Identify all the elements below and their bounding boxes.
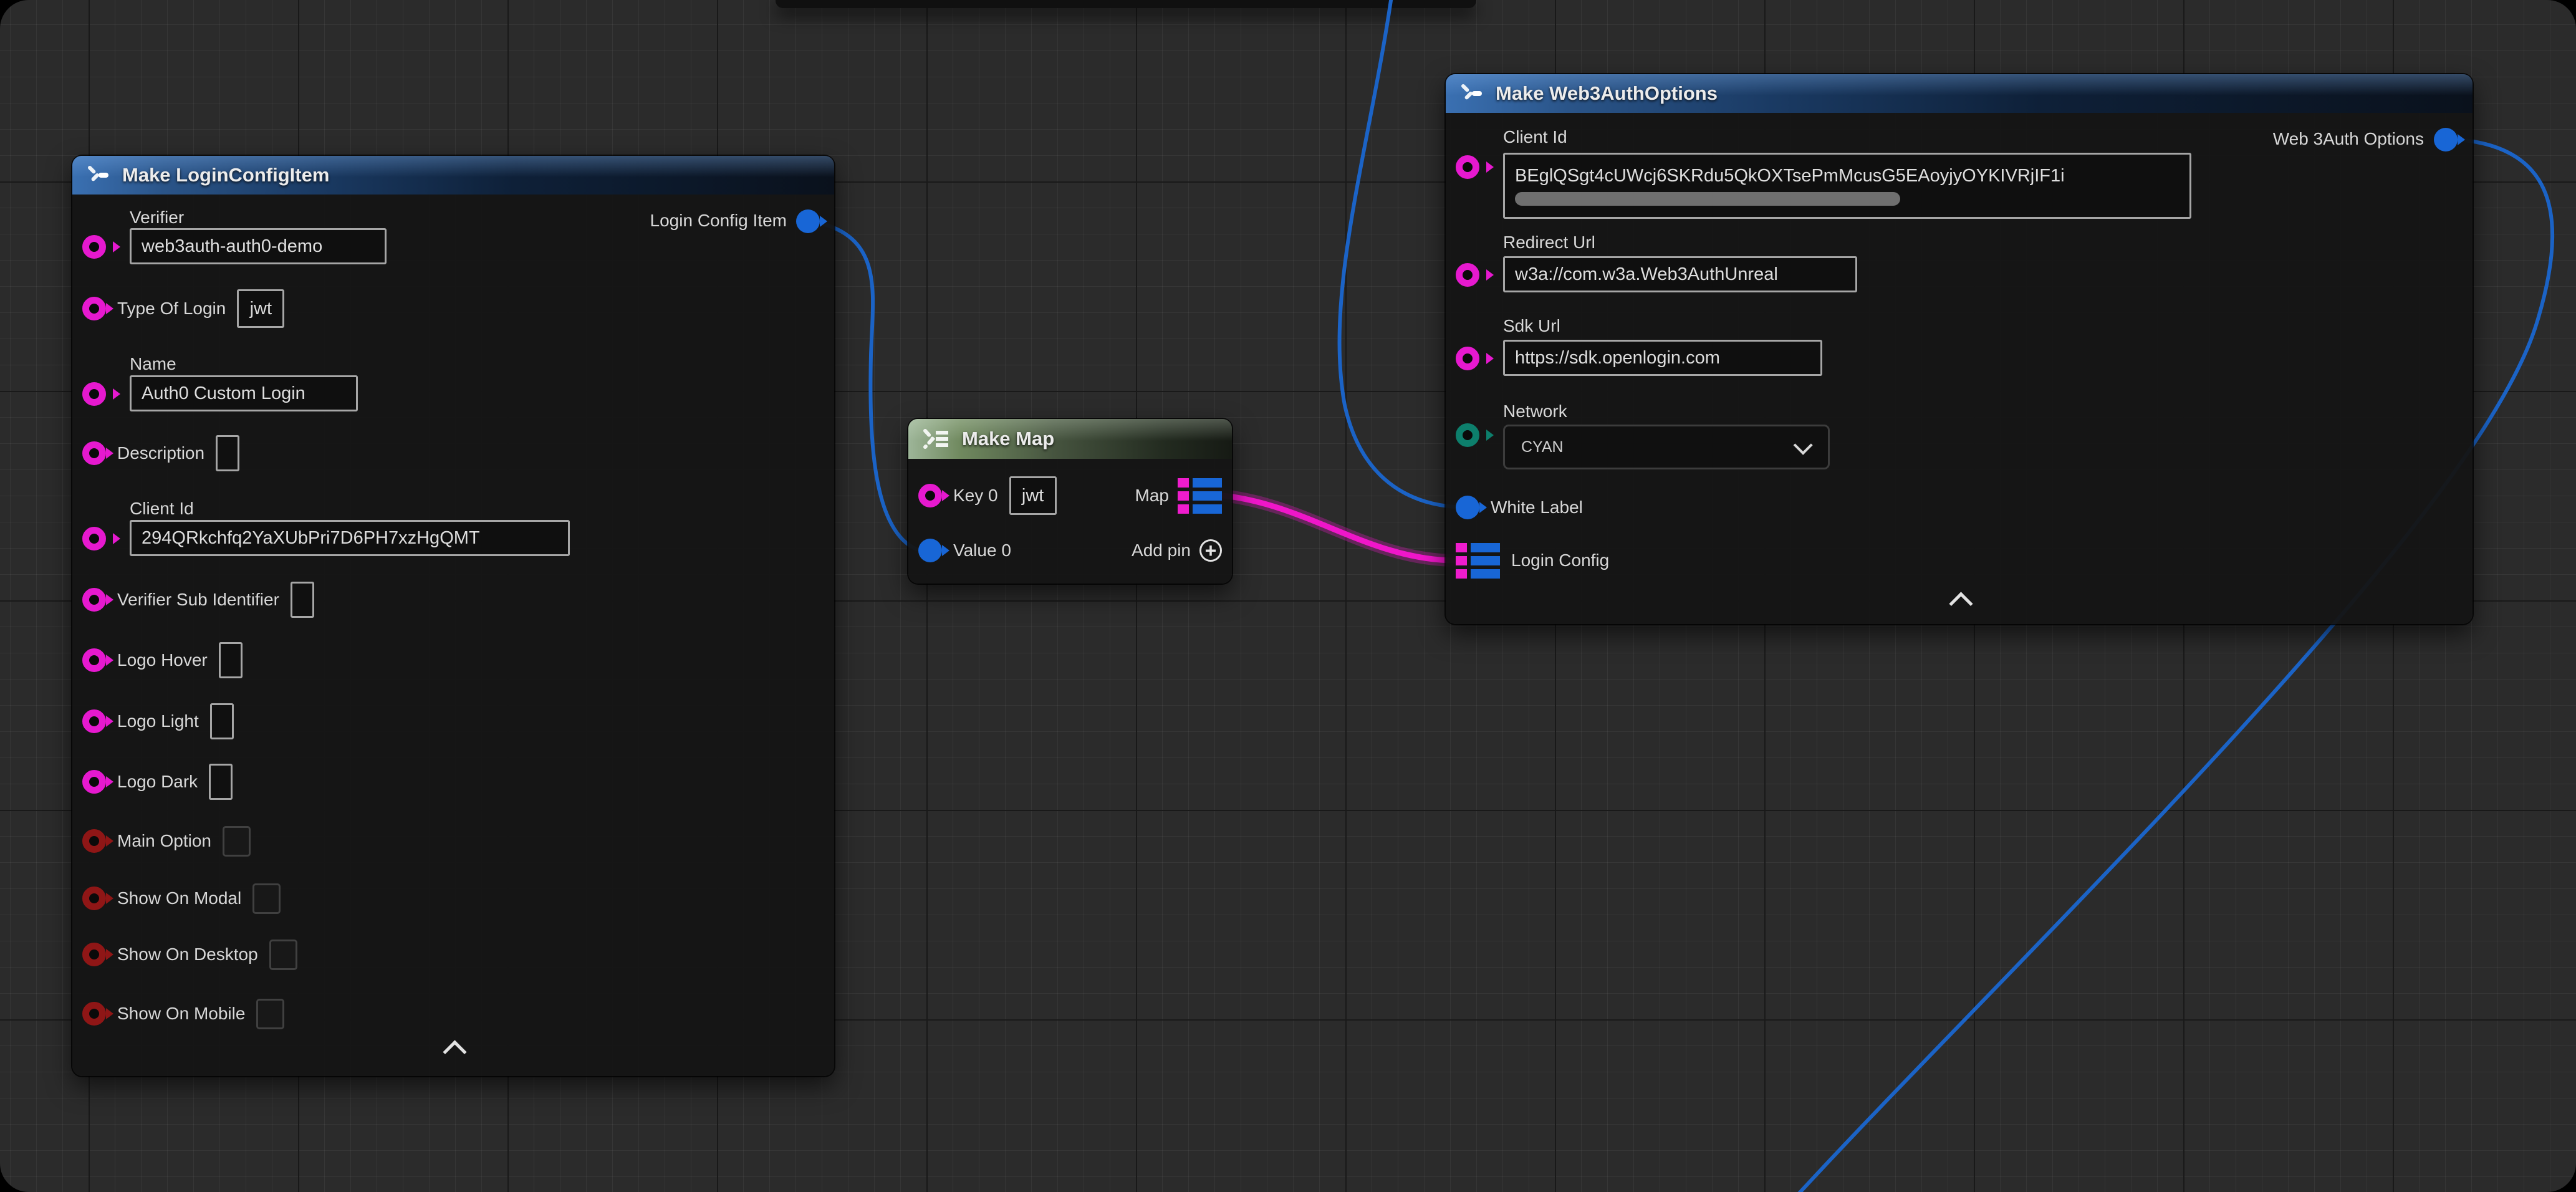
pin-login-config[interactable]: [1456, 543, 1500, 579]
pin-label-show-on-mobile: Show On Mobile: [117, 1004, 245, 1024]
pin-verifier-sub-identifier[interactable]: [82, 588, 106, 612]
pin-redirect-url[interactable]: [1456, 263, 1479, 287]
pin-client-id[interactable]: [82, 527, 106, 550]
pin-label-client-id: Client Id: [130, 499, 194, 519]
name-input[interactable]: Auth0 Custom Login: [130, 375, 358, 411]
pin-verifier[interactable]: [82, 235, 106, 259]
main-option-checkbox[interactable]: [223, 826, 251, 857]
pin-key0[interactable]: [918, 484, 942, 507]
pin-label-value0: Value 0: [953, 541, 1011, 560]
output-pin-web3auth-options[interactable]: [2434, 128, 2458, 151]
pin-show-on-modal[interactable]: [82, 887, 106, 910]
dropdown-chevron-icon: [1794, 436, 1813, 455]
add-pin-label: Add pin: [1132, 541, 1191, 560]
network-selected-value: CYAN: [1521, 438, 1564, 456]
client-id-scrollbar[interactable]: [1515, 192, 1900, 206]
pin-network[interactable]: [1456, 423, 1479, 447]
collapse-node-icon[interactable]: [1949, 592, 1973, 615]
output-label-login-config-item: Login Config Item: [650, 211, 787, 231]
collapse-node-icon[interactable]: [443, 1040, 466, 1064]
node-make-loginconfigitem[interactable]: Make LoginConfigItem Login Config Item V…: [72, 156, 834, 1076]
pin-name[interactable]: [82, 382, 106, 406]
output-label-map: Map: [1135, 486, 1169, 506]
pin-logo-hover[interactable]: [82, 648, 106, 672]
blueprint-canvas[interactable]: Make LoginConfigItem Login Config Item V…: [0, 0, 2576, 1192]
logo-dark-input[interactable]: [209, 764, 233, 800]
pin-main-option[interactable]: [82, 829, 106, 853]
node-make-web3authoptions[interactable]: Make Web3AuthOptions Web 3Auth Options C…: [1446, 74, 2473, 624]
pin-show-on-mobile[interactable]: [82, 1002, 106, 1026]
pin-label-key0: Key 0: [953, 486, 998, 506]
node-header[interactable]: Make Map: [908, 419, 1232, 459]
network-dropdown[interactable]: CYAN: [1503, 425, 1830, 469]
pin-label-redirect-url: Redirect Url: [1503, 233, 1595, 252]
pin-label-login-config: Login Config: [1511, 550, 1609, 570]
logo-light-input[interactable]: [210, 703, 234, 739]
blueprint-editor: { "colors": { "canvas_bg": "#2b2b2b", "h…: [0, 0, 2576, 1192]
add-pin-button[interactable]: Add pin +: [1132, 539, 1222, 562]
node-title: Make Map: [962, 428, 1054, 450]
pin-label-network: Network: [1503, 401, 1567, 421]
logo-hover-input[interactable]: [219, 642, 243, 678]
client-id-text: BEglQSgt4cUWcj6SKRdu5QkOXTsePmMcusG5EAoy…: [1515, 166, 2180, 186]
pin-type-of-login[interactable]: [82, 297, 106, 320]
node-title: Make LoginConfigItem: [122, 164, 329, 186]
pin-logo-dark[interactable]: [82, 770, 106, 794]
make-map-icon: [922, 426, 951, 451]
pin-logo-light[interactable]: [82, 709, 106, 733]
pin-label-show-on-modal: Show On Modal: [117, 888, 241, 908]
sdk-url-input[interactable]: https://sdk.openlogin.com: [1503, 340, 1822, 376]
pin-label-sdk-url: Sdk Url: [1503, 316, 1560, 336]
node-title: Make Web3AuthOptions: [1496, 82, 1718, 105]
key0-input[interactable]: jwt: [1009, 476, 1057, 515]
redirect-url-input[interactable]: w3a://com.w3a.Web3AuthUnreal: [1503, 256, 1857, 292]
show-on-mobile-checkbox[interactable]: [256, 999, 284, 1029]
wire-map-to-login-config-glow: [1223, 496, 1455, 560]
make-struct-icon: [1459, 81, 1484, 106]
pin-label-show-on-desktop: Show On Desktop: [117, 944, 258, 964]
description-input[interactable]: [216, 435, 239, 471]
offscreen-node-edge: [776, 0, 1476, 8]
client-id-input[interactable]: 294QRkchfq2YaXUbPri7D6PH7xzHgQMT: [130, 520, 570, 556]
client-id-input[interactable]: BEglQSgt4cUWcj6SKRdu5QkOXTsePmMcusG5EAoy…: [1503, 153, 2191, 219]
pin-label-logo-dark: Logo Dark: [117, 772, 198, 792]
verifier-input[interactable]: web3auth-auth0-demo: [130, 228, 387, 264]
node-header[interactable]: Make LoginConfigItem: [72, 156, 834, 195]
pin-label-client-id: Client Id: [1503, 127, 1567, 147]
pin-label-logo-light: Logo Light: [117, 711, 199, 731]
show-on-desktop-checkbox[interactable]: [269, 940, 297, 970]
output-pin-login-config-item[interactable]: [796, 209, 820, 233]
pin-label-verifier-sub-identifier: Verifier Sub Identifier: [117, 590, 279, 610]
pin-sdk-url[interactable]: [1456, 347, 1479, 370]
pin-label-verifier: Verifier: [130, 208, 184, 228]
output-label-web3auth-options: Web 3Auth Options: [2273, 129, 2424, 149]
pin-label-main-option: Main Option: [117, 831, 211, 851]
verifier-sub-identifier-input[interactable]: [291, 582, 314, 618]
type-of-login-input[interactable]: jwt: [237, 289, 284, 328]
pin-value0[interactable]: [918, 539, 942, 562]
add-pin-plus-icon: +: [1199, 539, 1222, 562]
pin-label-description: Description: [117, 443, 204, 463]
show-on-modal-checkbox[interactable]: [252, 883, 281, 914]
pin-label-type-of-login: Type Of Login: [117, 299, 226, 319]
pin-description[interactable]: [82, 441, 106, 465]
wire-top-to-white-label[interactable]: [1340, 0, 1454, 507]
pin-white-label[interactable]: [1456, 496, 1479, 519]
make-struct-icon: [86, 163, 111, 188]
pin-client-id[interactable]: [1456, 155, 1479, 179]
pin-label-logo-hover: Logo Hover: [117, 650, 208, 670]
pin-label-white-label: White Label: [1491, 497, 1583, 517]
pin-show-on-desktop[interactable]: [82, 943, 106, 966]
output-pin-map[interactable]: [1178, 478, 1222, 514]
node-make-map[interactable]: Make Map Key 0 jwt Map Value 0 Add pin +: [908, 419, 1232, 584]
node-header[interactable]: Make Web3AuthOptions: [1446, 74, 2473, 113]
pin-label-name: Name: [130, 354, 176, 374]
